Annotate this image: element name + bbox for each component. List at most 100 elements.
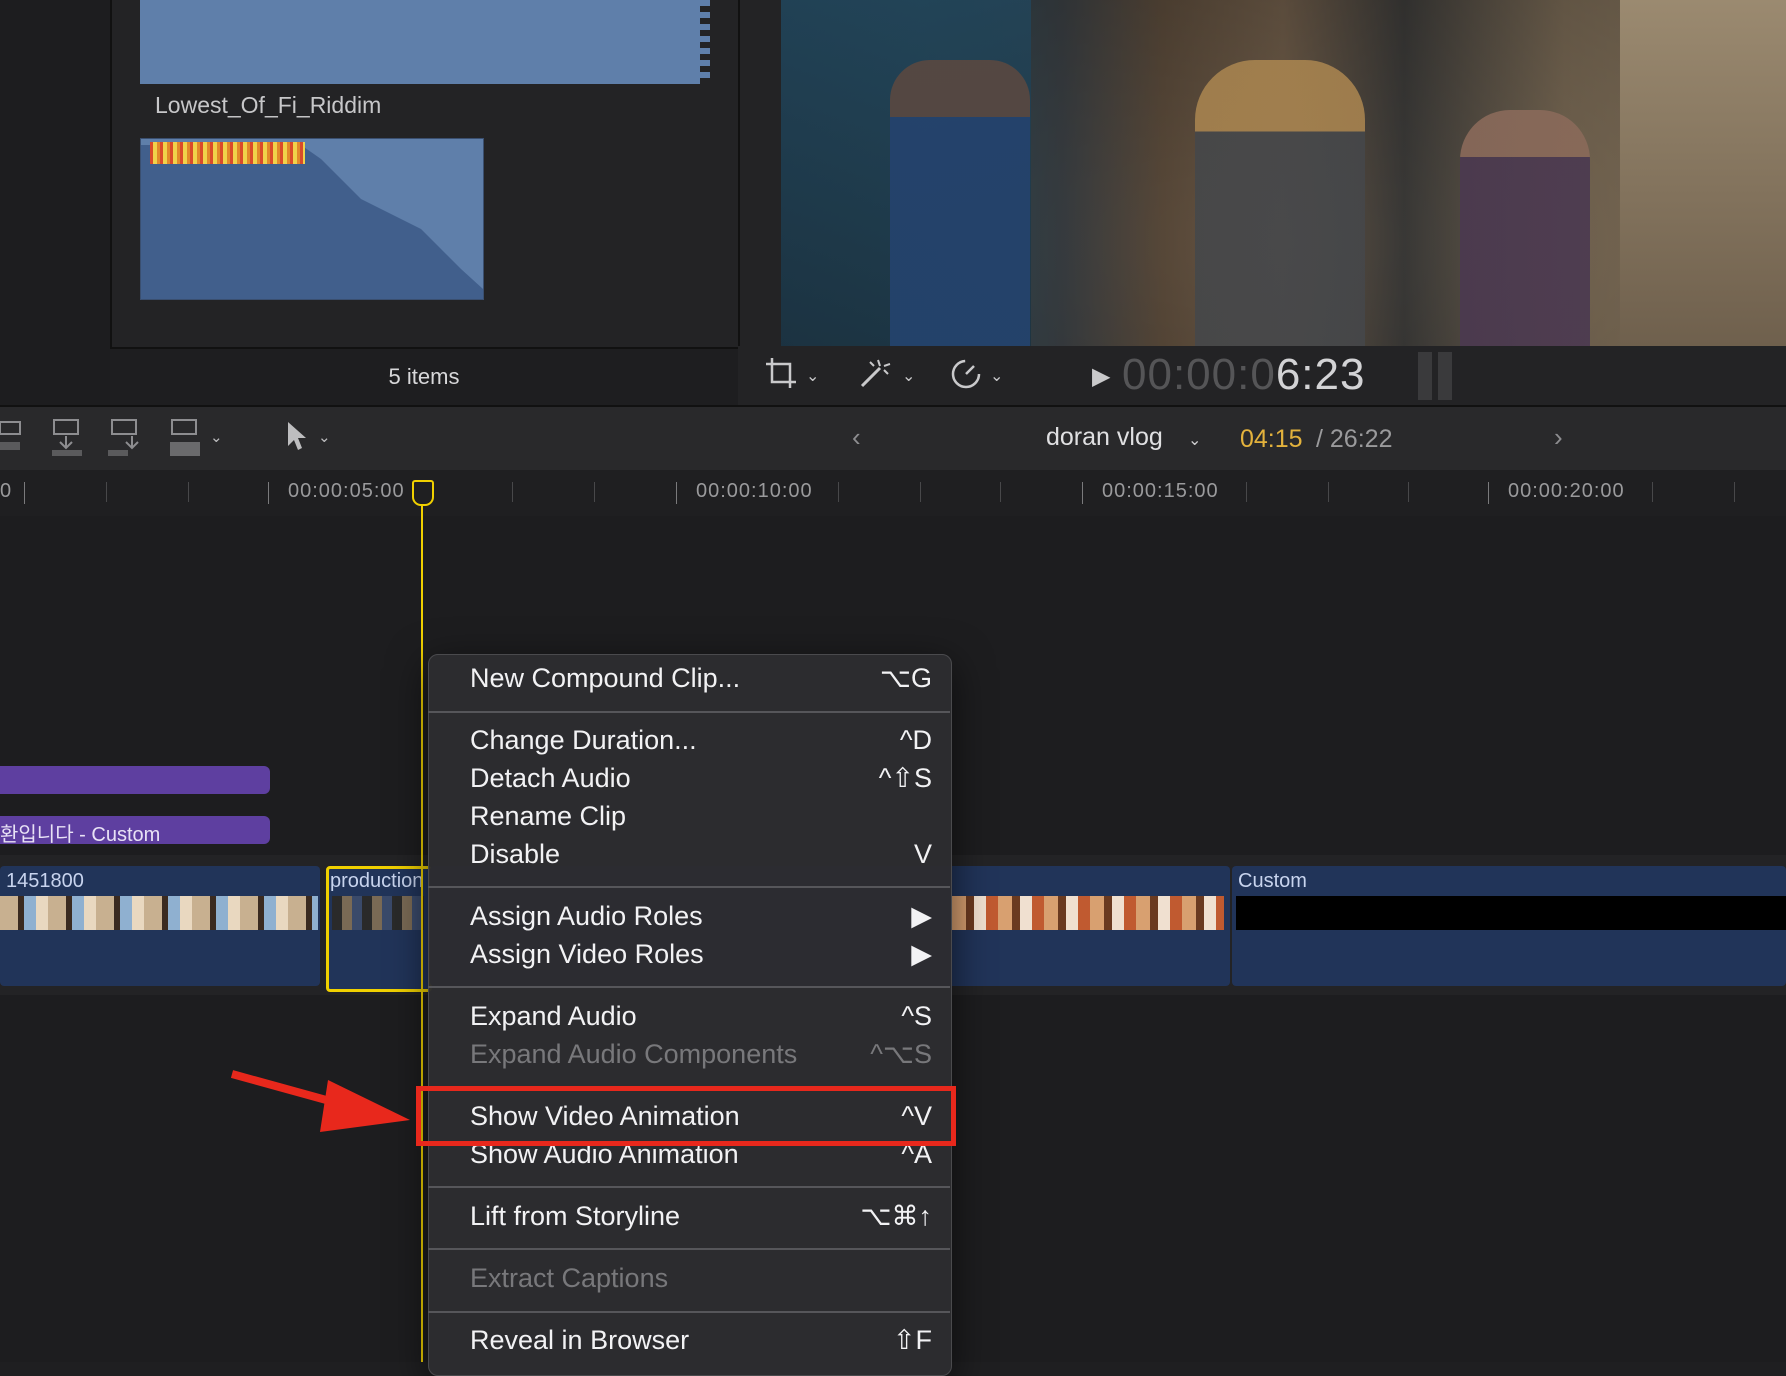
menu-item-assign-audio-roles[interactable]: Assign Audio Roles ▶ (470, 901, 932, 937)
menu-item-label: Change Duration... (470, 725, 697, 755)
chevron-down-icon[interactable]: ⌄ (902, 366, 915, 386)
menu-item-new-compound-clip[interactable]: New Compound Clip... ⌥G (470, 663, 932, 699)
chevron-down-icon[interactable]: ⌄ (990, 366, 1003, 386)
audio-meter (1418, 352, 1458, 400)
timecode-active: 6:23 (1275, 350, 1366, 399)
menu-item-label: Assign Video Roles (470, 939, 704, 969)
time-separator: / (1316, 425, 1330, 453)
clip-thumbnails (0, 896, 318, 930)
ruler-tick (1000, 482, 1001, 502)
menu-item-label: New Compound Clip... (470, 663, 741, 693)
viewer-timecode[interactable]: 00:00:06:23 (1122, 350, 1365, 400)
timeline-toolbar (0, 405, 1786, 472)
menu-item-disable[interactable]: Disable V (470, 839, 932, 875)
total-duration: 26:22 (1329, 425, 1393, 453)
annotation-arrow-icon (228, 1060, 418, 1145)
menu-item-shortcut: ^⌥S (870, 1039, 932, 1069)
chevron-left-icon[interactable]: ‹ (852, 422, 861, 453)
submenu-arrow-icon: ▶ (911, 939, 932, 969)
browser-clip-name: Lowest_Of_Fi_Riddim (155, 92, 382, 118)
browser-clip-waveform[interactable] (140, 0, 708, 84)
ruler-label: 00:00:20:00 (1508, 480, 1625, 502)
menu-item-label: Expand Audio (470, 1001, 637, 1031)
menu-item-shortcut: ⇧F (892, 1325, 932, 1355)
playhead[interactable] (421, 482, 423, 1362)
menu-item-rename-clip[interactable]: Rename Clip (470, 801, 932, 837)
chevron-down-icon[interactable]: ⌄ (1188, 430, 1201, 450)
select-tool-icon[interactable] (284, 418, 310, 461)
magic-wand-icon[interactable] (856, 356, 892, 397)
clip-edge (700, 0, 710, 84)
append-clip-icon[interactable] (108, 418, 142, 465)
video-scene-person (890, 60, 1030, 346)
timeline-current-time: 04:15 (1240, 425, 1303, 453)
ruler-tick (1488, 482, 1489, 504)
chevron-down-icon[interactable]: ⌄ (210, 428, 223, 446)
menu-item-expand-audio-components: Expand Audio Components ^⌥S (470, 1039, 932, 1075)
ruler-tick (24, 482, 25, 504)
speed-icon[interactable] (948, 356, 984, 397)
menu-item-expand-audio[interactable]: Expand Audio ^S (470, 1001, 932, 1037)
menu-item-label: Extract Captions (470, 1263, 669, 1293)
video-scene-wall (1620, 0, 1786, 346)
clip-thumbnails (952, 896, 1224, 930)
menu-item-label: Disable (470, 839, 561, 869)
audio-peak-indicator (150, 142, 305, 164)
overwrite-clip-icon[interactable] (168, 418, 202, 465)
ruler-label: 00:00:15:00 (1102, 480, 1219, 502)
timeline-total-time: / 26:22 (1316, 425, 1392, 454)
menu-item-label: Rename Clip (470, 801, 627, 831)
chevron-right-icon[interactable]: › (1554, 422, 1563, 453)
menu-item-lift-from-storyline[interactable]: Lift from Storyline ⌥⌘↑ (470, 1201, 932, 1237)
menu-separator (428, 1248, 950, 1250)
chevron-down-icon[interactable]: ⌄ (806, 366, 819, 386)
crop-icon[interactable] (764, 356, 798, 397)
menu-item-change-duration[interactable]: Change Duration... ^D (470, 725, 932, 761)
menu-item-shortcut: ^S (901, 1001, 932, 1031)
viewer-divider (738, 0, 783, 405)
play-icon[interactable]: ▶ (1092, 362, 1110, 391)
ruler-tick (1246, 482, 1247, 502)
title-clip[interactable] (0, 766, 270, 794)
connect-clip-icon[interactable] (0, 418, 24, 461)
menu-separator (428, 1311, 950, 1313)
menu-item-detach-audio[interactable]: Detach Audio ^⇧S (470, 763, 932, 799)
clip-thumbnails (332, 896, 424, 930)
clip-black-thumbnail (1236, 896, 1786, 930)
annotation-highlight-box (416, 1086, 956, 1146)
title-clip-label: 환입니다 - Custom (0, 824, 161, 846)
project-name[interactable]: doran vlog (1046, 423, 1163, 452)
ruler-label: 00:00:05:00 (288, 480, 405, 502)
chevron-down-icon[interactable]: ⌄ (318, 428, 331, 446)
ruler-tick (1734, 482, 1735, 502)
ruler-label: 0 (0, 480, 13, 502)
ruler-tick (188, 482, 189, 502)
ruler-tick (838, 482, 839, 502)
menu-item-shortcut: ⌥⌘↑ (860, 1201, 932, 1231)
video-scene-person (1460, 110, 1590, 346)
menu-separator (428, 886, 950, 888)
menu-item-reveal-in-browser[interactable]: Reveal in Browser ⇧F (470, 1325, 932, 1361)
ruler-tick (106, 482, 107, 502)
video-scene-person (1195, 60, 1365, 346)
menu-item-shortcut: ^D (899, 725, 932, 755)
insert-clip-icon[interactable] (50, 418, 84, 465)
menu-separator (428, 711, 950, 713)
menu-separator (428, 1186, 950, 1188)
menu-item-label: Reveal in Browser (470, 1325, 690, 1355)
ruler-tick (1328, 482, 1329, 502)
playhead-handle[interactable] (412, 480, 434, 506)
menu-item-label: Expand Audio Components (470, 1039, 798, 1069)
menu-item-assign-video-roles[interactable]: Assign Video Roles ▶ (470, 939, 932, 975)
libraries-sidebar (0, 0, 112, 405)
clip-label: production (330, 870, 424, 892)
menu-item-shortcut: ⌥G (879, 663, 932, 693)
ruler-tick (594, 482, 595, 502)
menu-item-label: Detach Audio (470, 763, 631, 793)
menu-item-extract-captions: Extract Captions (470, 1263, 932, 1299)
menu-item-label: Assign Audio Roles (470, 901, 703, 931)
clip-label: Custom (1238, 870, 1307, 892)
ruler-tick (676, 482, 677, 504)
menu-separator (428, 986, 950, 988)
menu-item-label: Lift from Storyline (470, 1201, 681, 1231)
